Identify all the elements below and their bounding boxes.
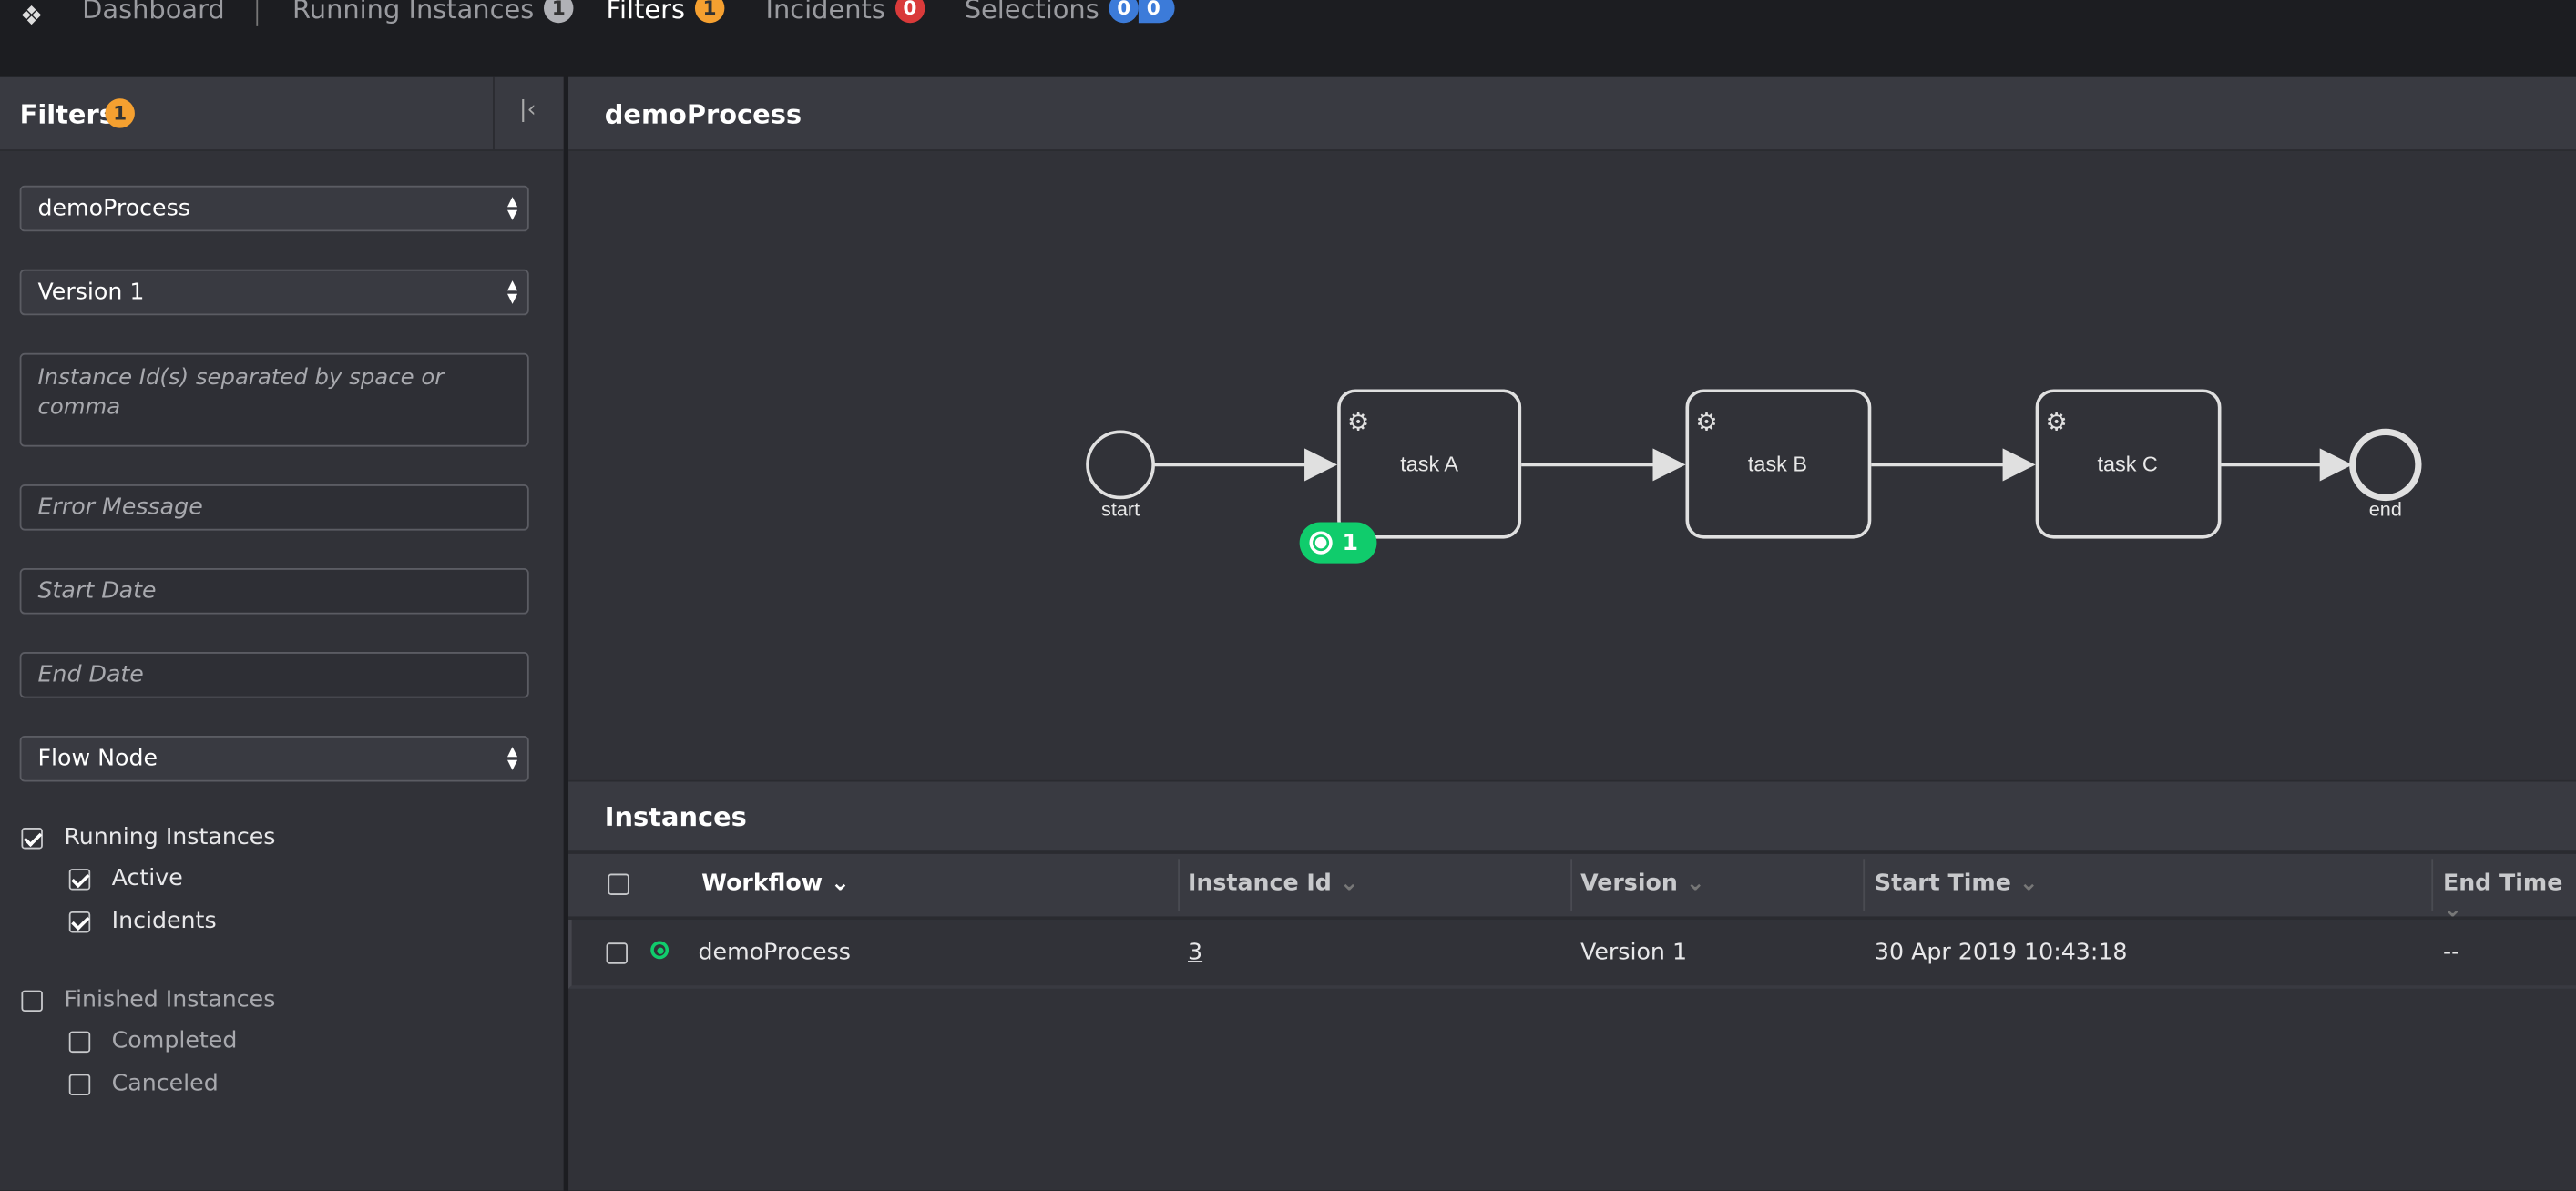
row-checkbox[interactable] [606,942,628,964]
gear-icon: ⚙ [1695,409,1717,437]
completed-checkbox[interactable] [68,1031,91,1054]
column-header-end-time[interactable]: End Time ⌄ [2443,870,2576,923]
row-version: Version 1 [1580,939,1688,966]
column-divider [1863,859,1866,911]
running-instances-label: Running Instances [64,824,276,851]
start-event[interactable] [1086,430,1155,500]
bpmn-diagram: ⚙ ⚙ ⚙ start end task A task B task C 1 [1086,389,2422,564]
task-label: task B [1748,453,1807,476]
running-instances-checkbox[interactable] [21,828,43,850]
column-header-workflow[interactable]: Workflow ⌄ [701,870,850,897]
column-header-start-time[interactable]: Start Time ⌄ [1875,870,2039,897]
start-label: start [1101,497,1140,520]
task-label: task A [1400,453,1458,476]
canceled-label: Canceled [111,1070,219,1097]
column-label: Start Time [1874,870,2011,897]
chevron-down-icon: ⌄ [1685,870,1705,897]
select-all-checkbox[interactable] [608,873,629,895]
column-label: Workflow [701,870,823,897]
incidents-label: Incidents [111,908,217,935]
active-checkbox[interactable] [68,869,91,891]
completed-label: Completed [111,1028,238,1054]
column-divider [1570,859,1573,911]
active-instances-badge[interactable]: 1 [1299,522,1377,564]
chevron-down-icon: ⌄ [1339,870,1359,897]
active-state-icon [650,941,670,960]
chevron-down-icon: ⌄ [830,870,851,897]
finished-instances-label: Finished Instances [64,986,276,1013]
column-label: Instance Id [1188,870,1332,897]
end-event[interactable] [2349,428,2422,502]
column-label: End Time [2442,870,2563,897]
column-header-version[interactable]: Version ⌄ [1580,870,1705,897]
active-label: Active [111,865,183,892]
column-divider [1178,859,1180,911]
gear-icon: ⚙ [2045,409,2067,437]
incidents-checkbox[interactable] [68,911,91,933]
row-start-time: 30 Apr 2019 10:43:18 [1874,939,2128,966]
column-header-instance-id[interactable]: Instance Id ⌄ [1188,870,1359,897]
instances-header: Instances [568,779,2576,853]
table-row[interactable] [568,920,2576,989]
instance-id-link[interactable]: 3 [1188,940,1202,966]
row-end-time: -- [2442,939,2460,966]
chevron-down-icon: ⌄ [2019,870,2039,897]
column-label: Version [1580,870,1678,897]
instances-title: Instances [604,801,747,833]
end-label: end [2369,497,2402,520]
finished-instances-checkbox[interactable] [21,990,43,1013]
task-label: task C [2097,453,2157,476]
row-workflow: demoProcess [698,939,851,966]
gear-icon: ⚙ [1347,409,1369,437]
column-divider [2431,859,2434,911]
active-count: 1 [1343,529,1359,555]
canceled-checkbox[interactable] [68,1074,91,1096]
